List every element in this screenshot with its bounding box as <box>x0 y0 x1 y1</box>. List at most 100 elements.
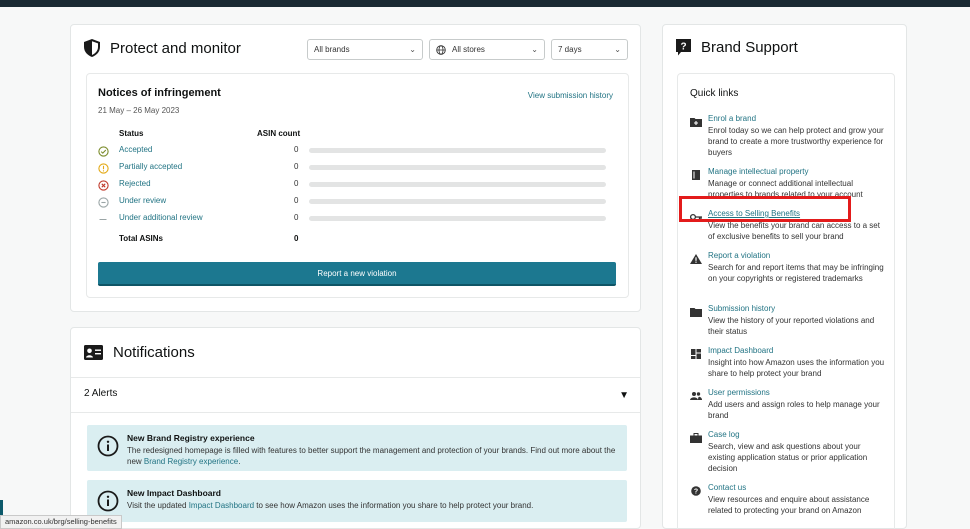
brand-support-title: Brand Support <box>701 39 798 56</box>
alert-body-text: to see how Amazon uses the information y… <box>254 501 534 510</box>
status-progress-bar <box>309 182 606 187</box>
alert-brand-registry: New Brand Registry experience The redesi… <box>87 425 627 471</box>
quick-link-description: View resources and enquire about assista… <box>708 495 870 515</box>
status-count: 0 <box>294 196 299 205</box>
folder-plus-icon <box>690 114 702 127</box>
alert-body: The redesigned homepage is filled with f… <box>127 445 617 467</box>
status-row-rejected: Rejected 0 <box>98 177 618 191</box>
quick-link-description: Search, view and ask questions about you… <box>708 442 868 473</box>
quick-link[interactable]: Enrol a brand <box>708 114 756 123</box>
notifications-title: Notifications <box>113 344 195 361</box>
warning-icon <box>690 251 702 264</box>
divider <box>71 377 640 378</box>
dashboard-icon <box>690 346 702 359</box>
brand-select[interactable]: All brands ⌄ <box>307 39 423 60</box>
status-link[interactable]: Rejected <box>119 179 151 188</box>
alert-body: Visit the updated Impact Dashboard to se… <box>127 500 617 511</box>
asin-count-column-header: ASIN count <box>257 129 301 138</box>
quick-link[interactable]: Report a violation <box>708 251 770 260</box>
alert-impact-dashboard: New Impact Dashboard Visit the updated I… <box>87 480 627 522</box>
briefcase-icon <box>690 430 702 443</box>
info-icon <box>97 435 119 462</box>
impact-dashboard-link[interactable]: Impact Dashboard <box>189 501 254 510</box>
store-select-value: All stores <box>452 45 485 54</box>
quick-link-description: Search for and report items that may be … <box>708 263 884 283</box>
brand-support-card: ? Brand Support Quick links Enrol a bran… <box>662 24 907 529</box>
svg-text:?: ? <box>694 489 698 496</box>
brand-select-value: All brands <box>314 45 350 54</box>
notices-date-range: 21 May – 26 May 2023 <box>98 106 180 115</box>
date-range-select[interactable]: 7 days ⌄ <box>551 39 628 60</box>
filter-bar: All brands ⌄ All stores ⌄ 7 days ⌄ <box>307 39 628 60</box>
notifications-header: Notifications <box>84 344 195 361</box>
notifications-card: Notifications 2 Alerts ▼ New Brand Regis… <box>70 327 641 529</box>
status-count: 0 <box>294 213 299 222</box>
quick-link[interactable]: Contact us <box>708 483 746 492</box>
alert-title: New Impact Dashboard <box>127 488 221 498</box>
globe-icon <box>436 45 446 57</box>
protect-header: Protect and monitor <box>84 39 241 57</box>
status-row-partially-accepted: Partially accepted 0 <box>98 160 618 174</box>
help-box-icon: ? <box>676 39 691 56</box>
shield-icon <box>84 39 100 57</box>
status-link[interactable]: Partially accepted <box>119 162 182 171</box>
brand-registry-experience-link[interactable]: Brand Registry experience <box>144 457 238 466</box>
caret-down-icon[interactable]: ▼ <box>619 390 629 401</box>
quick-link[interactable]: User permissions <box>708 388 770 397</box>
protect-monitor-card: Protect and monitor All brands ⌄ All sto… <box>70 24 641 312</box>
quick-link[interactable]: Impact Dashboard <box>708 346 773 355</box>
alert-body-text: . <box>238 457 241 466</box>
status-column-header: Status <box>119 129 144 138</box>
chevron-down-icon: ⌄ <box>531 45 538 54</box>
quick-link[interactable]: Submission history <box>708 304 775 313</box>
quick-links-panel: Quick links Enrol a brand Enrol today so… <box>677 73 895 529</box>
quick-link-description: View the benefits your brand can access … <box>708 221 880 241</box>
total-asins-count: 0 <box>294 234 299 243</box>
status-row-under-additional-review: Under additional review 0 <box>98 211 618 225</box>
date-range-value: 7 days <box>558 45 582 54</box>
svg-text:?: ? <box>680 42 686 53</box>
chevron-down-icon: ⌄ <box>614 45 621 54</box>
quick-links-title: Quick links <box>690 88 739 99</box>
notices-title: Notices of infringement <box>98 87 221 99</box>
status-count: 0 <box>294 179 299 188</box>
top-bar <box>0 0 970 7</box>
status-row-accepted: Accepted 0 <box>98 143 618 157</box>
dash-icon <box>98 212 109 230</box>
help-circle-icon: ? <box>690 483 702 496</box>
brand-support-header: ? Brand Support <box>676 39 798 56</box>
quick-link-description: Enrol today so we can help protect and g… <box>708 126 884 157</box>
report-violation-button[interactable]: Report a new violation <box>98 262 616 286</box>
status-link[interactable]: Accepted <box>119 145 152 154</box>
status-progress-bar <box>309 199 606 204</box>
total-asins-label: Total ASINs <box>119 234 164 243</box>
view-submission-history-link[interactable]: View submission history <box>528 91 613 100</box>
id-card-icon <box>84 345 103 360</box>
quick-link-description: View the history of your reported violat… <box>708 316 875 336</box>
quick-link-description: Insight into how Amazon uses the informa… <box>708 358 885 378</box>
quick-link[interactable]: Manage intellectual property <box>708 167 809 176</box>
divider <box>71 412 640 413</box>
quick-link-description: Add users and assign roles to help manag… <box>708 400 880 420</box>
status-progress-bar <box>309 216 606 221</box>
status-progress-bar <box>309 148 606 153</box>
alert-body-text: Visit the updated <box>127 501 189 510</box>
folder-icon <box>690 304 702 317</box>
alert-title: New Brand Registry experience <box>127 433 255 443</box>
info-icon <box>97 490 119 517</box>
alerts-count[interactable]: 2 Alerts <box>84 388 117 399</box>
status-count: 0 <box>294 145 299 154</box>
protect-title: Protect and monitor <box>110 39 241 57</box>
book-icon <box>690 167 702 180</box>
status-link[interactable]: Under review <box>119 196 166 205</box>
users-icon <box>690 388 702 400</box>
status-progress-bar <box>309 165 606 170</box>
store-select[interactable]: All stores ⌄ <box>429 39 545 60</box>
status-count: 0 <box>294 162 299 171</box>
status-row-under-review: Under review 0 <box>98 194 618 208</box>
chevron-down-icon: ⌄ <box>409 45 416 54</box>
quick-link[interactable]: Case log <box>708 430 740 439</box>
notices-panel: Notices of infringement 21 May – 26 May … <box>86 73 629 298</box>
highlight-box <box>679 196 851 222</box>
status-link[interactable]: Under additional review <box>119 213 203 222</box>
